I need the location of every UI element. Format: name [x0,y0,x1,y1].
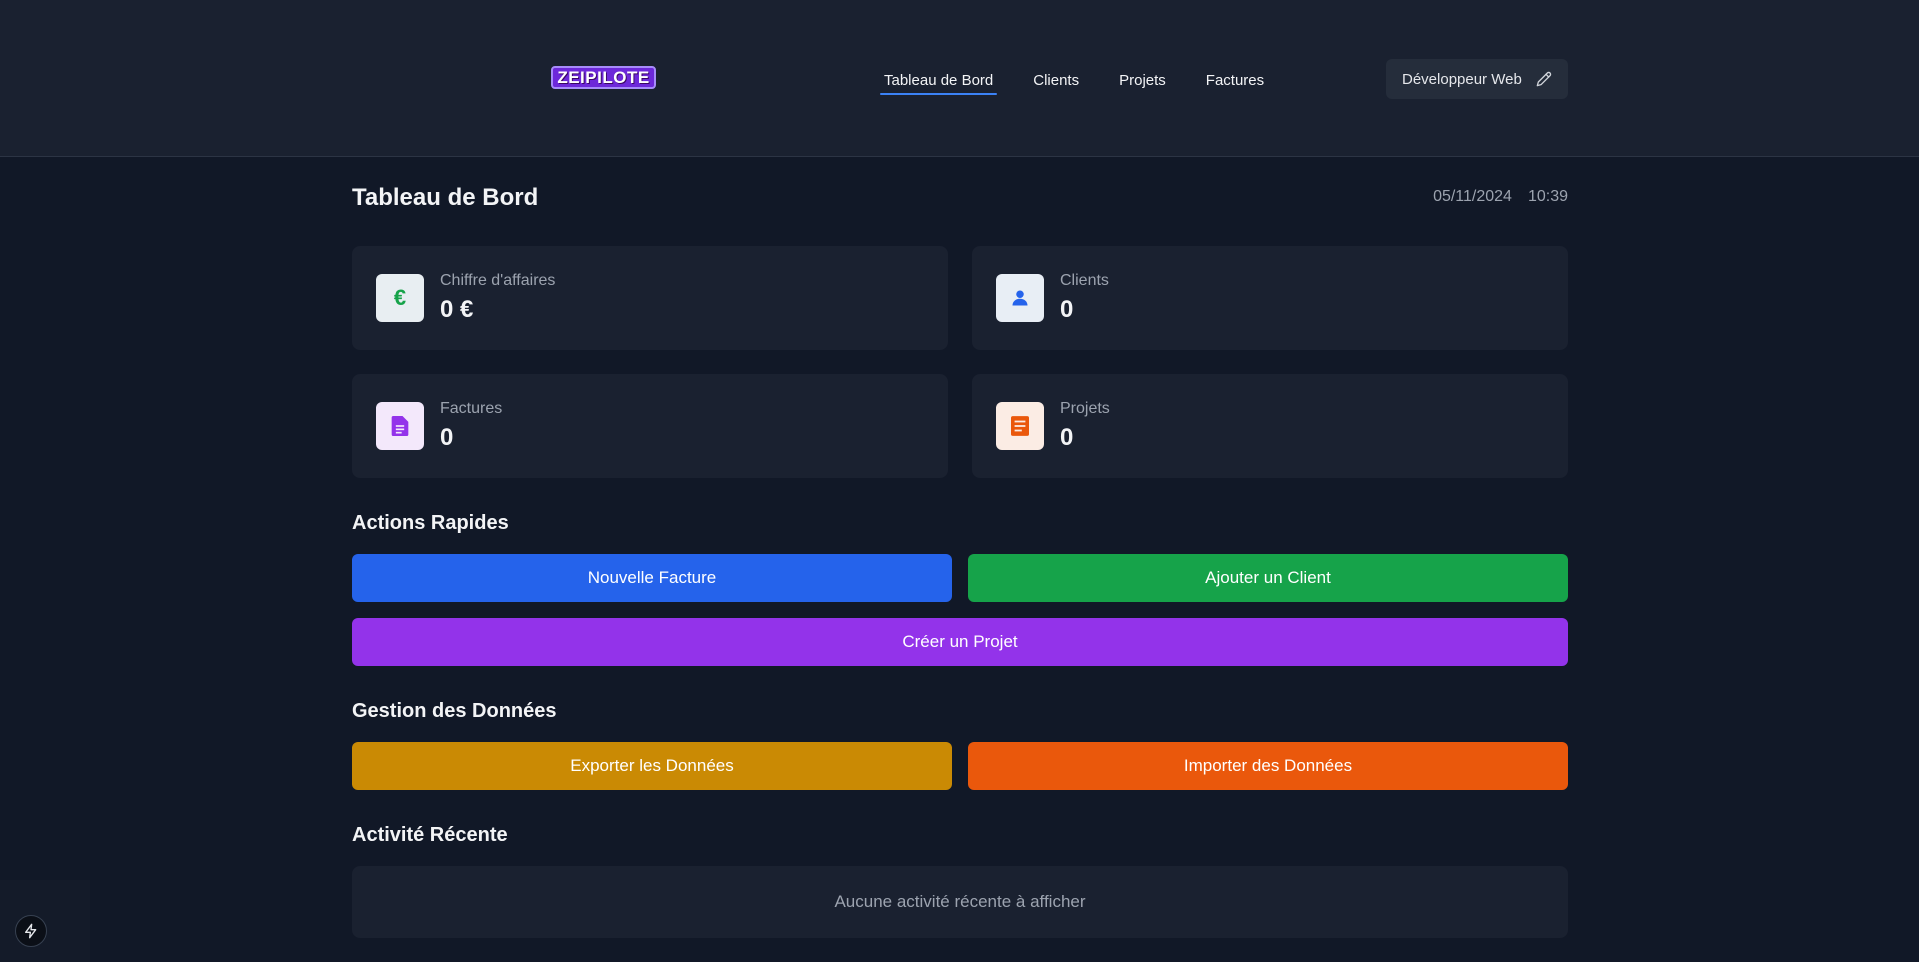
new-invoice-button[interactable]: Nouvelle Facture [352,554,952,602]
top-header: ZEIPILOTE Tableau de Bord Clients Projet… [0,0,1919,157]
nav-projets[interactable]: Projets [1115,68,1170,92]
add-client-button[interactable]: Ajouter un Client [968,554,1568,602]
recent-activity-title: Activité Récente [352,824,508,846]
stat-label: Clients [1060,272,1109,289]
current-time: 10:39 [1527,188,1568,205]
corner-overlay [0,880,90,962]
stat-label: Chiffre d'affaires [440,272,556,289]
page-title: Tableau de Bord [352,184,539,211]
recent-activity-panel: Aucune activité récente à afficher [352,866,1568,938]
profile-button[interactable]: Développeur Web [1386,59,1568,99]
euro-icon: € [376,274,424,322]
create-project-button[interactable]: Créer un Projet [352,618,1568,666]
document-icon [376,402,424,450]
stat-label: Factures [440,400,503,417]
bolt-icon [25,923,37,939]
user-icon [996,274,1044,322]
stat-value: 0 [440,424,454,451]
stat-label: Projets [1060,400,1110,417]
stat-card-clients: Clients 0 [972,246,1568,350]
profile-label: Développeur Web [1402,70,1522,88]
quick-actions-title: Actions Rapides [352,512,509,534]
stat-value: 0 € [440,296,474,323]
nav-factures[interactable]: Factures [1202,68,1268,92]
current-date: 05/11/2024 [1433,188,1512,205]
stat-value: 0 [1060,424,1074,451]
stat-value: 0 [1060,296,1074,323]
pencil-icon [1536,71,1551,87]
current-datetime: 05/11/2024 10:39 [1433,188,1568,206]
nav-tableau-de-bord[interactable]: Tableau de Bord [880,68,998,95]
import-data-button[interactable]: Importer des Données [968,742,1568,790]
stat-card-projects: Projets 0 [972,374,1568,478]
list-document-icon [996,402,1044,450]
data-management-title: Gestion des Données [352,700,557,722]
dev-tools-button[interactable] [15,915,47,947]
main-nav: Tableau de Bord Clients Projets Factures [880,68,1300,95]
export-data-button[interactable]: Exporter les Données [352,742,952,790]
app-logo[interactable]: ZEIPILOTE [551,66,656,89]
stat-card-invoices: Factures 0 [352,374,948,478]
stat-card-revenue: € Chiffre d'affaires 0 € [352,246,948,350]
empty-activity-message: Aucune activité récente à afficher [834,892,1086,911]
nav-clients[interactable]: Clients [1029,68,1083,92]
